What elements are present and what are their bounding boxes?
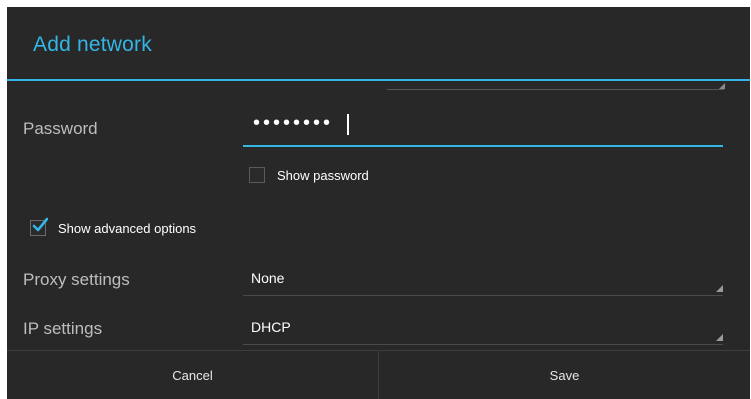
show-password-checkbox[interactable] [249,167,265,183]
scrolled-field-row [7,81,750,93]
scrolled-field-underline [387,89,724,90]
password-input[interactable]: •••••••• [243,111,723,147]
show-password-label: Show password [277,167,369,183]
cancel-button[interactable]: Cancel [7,351,378,399]
ip-settings-label: IP settings [23,319,103,338]
dialog-button-bar: Cancel Save [7,350,750,399]
password-masked-value: •••••••• [253,112,334,134]
proxy-settings-label: Proxy settings [23,270,130,289]
dialog-title: Add network [33,33,152,56]
advanced-options-checkbox[interactable] [30,217,48,236]
advanced-options-checkbox-row[interactable]: Show advanced options [30,217,197,236]
dialog-title-bar: Add network [7,7,750,81]
ip-settings-value: DHCP [251,319,291,335]
spinner-corner-icon [719,83,725,89]
spinner-corner-icon [716,285,723,292]
proxy-settings-value: None [251,270,285,286]
advanced-options-label: Show advanced options [58,220,197,236]
text-cursor [347,114,349,135]
ip-settings-spinner[interactable]: DHCP [243,314,723,345]
add-network-dialog: Add network Password •••••••• Show passw… [7,7,750,399]
password-label: Password [23,119,98,138]
spinner-corner-icon [716,334,723,341]
show-password-checkbox-row[interactable]: Show password [249,167,369,183]
save-button[interactable]: Save [379,351,750,399]
proxy-settings-spinner[interactable]: None [243,265,723,296]
checkmark-icon [32,217,48,232]
